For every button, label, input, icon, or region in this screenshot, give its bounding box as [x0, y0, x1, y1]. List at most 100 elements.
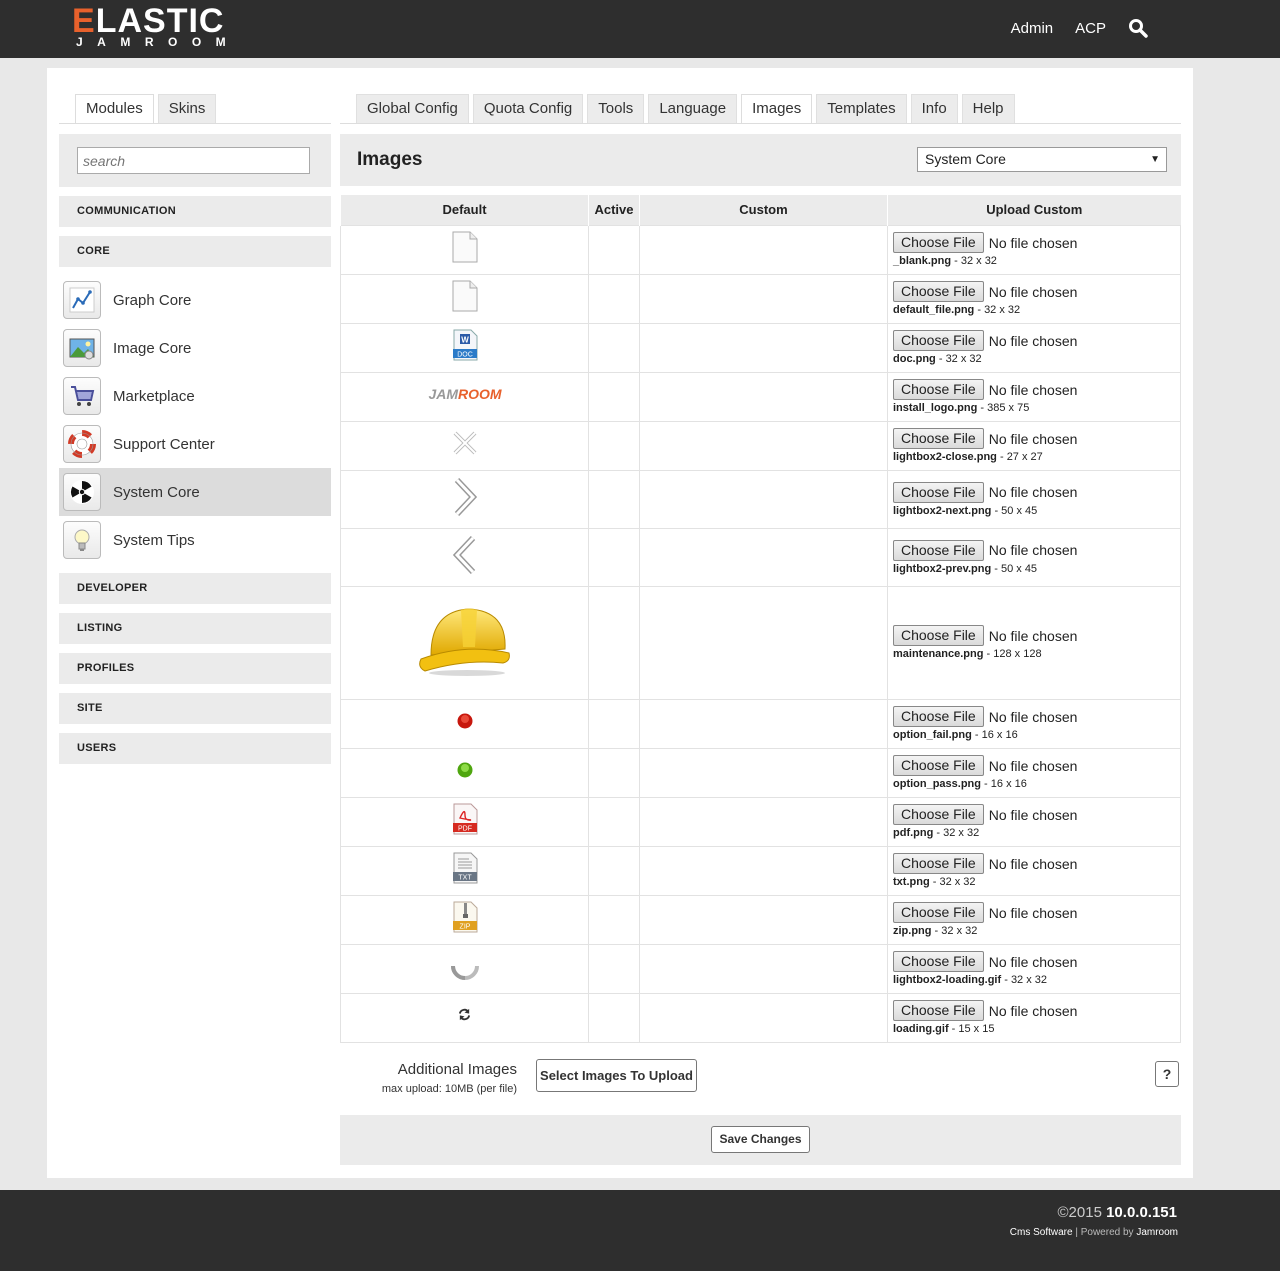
tab-info[interactable]: Info: [910, 94, 958, 123]
left-tab-divider: [59, 123, 331, 124]
sidebar-item-label: System Tips: [113, 531, 195, 549]
choose-file-button[interactable]: Choose File: [893, 1000, 984, 1021]
select-images-button[interactable]: Select Images To Upload: [536, 1059, 697, 1092]
category-listing[interactable]: LISTING: [59, 613, 331, 644]
image-dimensions: 16 x 16: [990, 778, 1027, 790]
category-site[interactable]: SITE: [59, 693, 331, 724]
choose-file-button[interactable]: Choose File: [893, 481, 984, 503]
table-row: W DOC Choose File No file chosen doc.png - 3…: [340, 322, 1181, 373]
choose-file-button[interactable]: Choose File: [893, 853, 984, 874]
filename: doc.png: [893, 353, 936, 365]
choose-file-button[interactable]: Choose File: [893, 281, 984, 302]
image-filename: option_fail.png - 16 x 16: [893, 729, 1018, 741]
additional-images: Additional Images max upload: 10MB (per …: [340, 1058, 1181, 1098]
filename: maintenance.png: [893, 648, 984, 660]
image-dimensions: 32 x 32: [960, 255, 997, 267]
upload-cell: Choose File No file chosen lightbox2-loadi…: [887, 943, 1181, 994]
choose-file-button[interactable]: Choose File: [893, 232, 984, 253]
custom-cell: [639, 747, 888, 798]
filename: lightbox2-prev.png: [893, 562, 992, 575]
custom-cell: [639, 420, 888, 471]
svg-text:TXT: TXT: [458, 875, 472, 882]
images-table: Default Active Custom Upload Custom Choo…: [340, 195, 1181, 1043]
choose-file-button[interactable]: Choose File: [893, 379, 984, 400]
col-active: Active: [588, 195, 640, 225]
doc-icon: W DOC: [451, 329, 479, 366]
jamroom-logo-icon: JAMROOM: [415, 385, 515, 408]
save-changes-button[interactable]: Save Changes: [711, 1126, 810, 1153]
sidebar-item-system-tips[interactable]: System Tips: [59, 516, 331, 564]
choose-file-button[interactable]: Choose File: [893, 902, 984, 923]
sidebar-item-marketplace[interactable]: Marketplace: [59, 372, 331, 420]
table-row: Choose File No file chosen default_file.pn…: [340, 273, 1181, 324]
chevron-down-icon: ▼: [1150, 154, 1160, 165]
red-dot-icon: [457, 713, 473, 734]
active-cell: [588, 585, 640, 700]
tab-quota-config[interactable]: Quota Config: [472, 94, 584, 123]
choose-file-button[interactable]: Choose File: [893, 539, 984, 561]
tab-language[interactable]: Language: [648, 94, 738, 123]
hard-hat-icon: [417, 603, 513, 682]
custom-cell: [639, 371, 888, 422]
jamroom-link[interactable]: Jamroom: [1136, 1227, 1178, 1238]
tab-modules[interactable]: Modules: [75, 94, 154, 124]
category-communication[interactable]: COMMUNICATION: [59, 196, 331, 227]
choose-file-button[interactable]: Choose File: [893, 706, 984, 727]
image-dimensions: 27 x 27: [1006, 451, 1043, 463]
svg-text:JAMROOM: JAMROOM: [428, 386, 501, 402]
tab-images[interactable]: Images: [741, 94, 813, 124]
copyright-year: ©2015: [1057, 1204, 1102, 1221]
choose-file-button[interactable]: Choose File: [893, 804, 984, 825]
no-file-label: No file chosen: [988, 332, 1078, 349]
close-icon: [452, 430, 478, 461]
custom-cell: [639, 273, 888, 324]
category-developer[interactable]: DEVELOPER: [59, 573, 331, 604]
image-filename: loading.gif - 15 x 15: [893, 1023, 995, 1035]
nav-admin[interactable]: Admin: [1011, 20, 1054, 37]
upload-cell: Choose File No file chosen option_fail.png…: [887, 698, 1181, 749]
left-tabs: Modules Skins: [75, 94, 217, 124]
sidebar-item-image-core[interactable]: Image Core: [59, 324, 331, 372]
default-cell: [340, 224, 589, 275]
no-file-label: No file chosen: [988, 283, 1078, 300]
elastic-logo[interactable]: ELASTIC JAMROOM: [72, 4, 264, 50]
table-row: Choose File No file chosen lightbox2-prev.…: [340, 527, 1181, 587]
search-input[interactable]: [77, 147, 310, 174]
choose-file-button[interactable]: Choose File: [893, 330, 984, 351]
green-dot-icon: [457, 762, 473, 783]
search-icon[interactable]: [1128, 18, 1148, 38]
sidebar-item-support-center[interactable]: Support Center: [59, 420, 331, 468]
upload-cell: Choose File No file chosen install_logo.pn…: [887, 371, 1181, 422]
choose-file-button[interactable]: Choose File: [893, 428, 984, 449]
module-select[interactable]: System Core ▼: [917, 147, 1167, 172]
lightbulb-icon: [63, 521, 101, 559]
default-cell: TXT: [340, 845, 589, 896]
image-dimensions: 385 x 75: [987, 402, 1030, 414]
custom-cell: [639, 894, 888, 945]
tab-tools[interactable]: Tools: [587, 94, 645, 123]
tab-skins[interactable]: Skins: [157, 94, 217, 123]
help-button[interactable]: ?: [1155, 1061, 1179, 1087]
sidebar-item-graph-core[interactable]: Graph Core: [59, 276, 331, 324]
sidebar-item-system-core[interactable]: System Core: [59, 468, 331, 516]
category-users[interactable]: USERS: [59, 733, 331, 764]
no-file-label: No file chosen: [988, 484, 1078, 500]
col-custom: Custom: [639, 195, 888, 225]
choose-file-button[interactable]: Choose File: [893, 755, 984, 776]
tab-global-config[interactable]: Global Config: [356, 94, 469, 123]
cms-software-link[interactable]: Cms Software: [1010, 1227, 1073, 1238]
image-icon: [63, 329, 101, 367]
active-cell: [588, 273, 640, 324]
category-profiles[interactable]: PROFILES: [59, 653, 331, 684]
custom-cell: [639, 322, 888, 373]
sidebar-search-box: [59, 134, 331, 187]
choose-file-button[interactable]: Choose File: [893, 951, 984, 972]
filename: _blank.png: [893, 255, 952, 267]
choose-file-button[interactable]: Choose File: [893, 625, 984, 646]
tab-help[interactable]: Help: [961, 94, 1015, 123]
tab-templates[interactable]: Templates: [816, 94, 907, 123]
nav-acp[interactable]: ACP: [1075, 20, 1106, 37]
custom-cell: [639, 224, 888, 275]
category-core[interactable]: CORE: [59, 236, 331, 267]
filename: loading.gif: [893, 1023, 949, 1035]
